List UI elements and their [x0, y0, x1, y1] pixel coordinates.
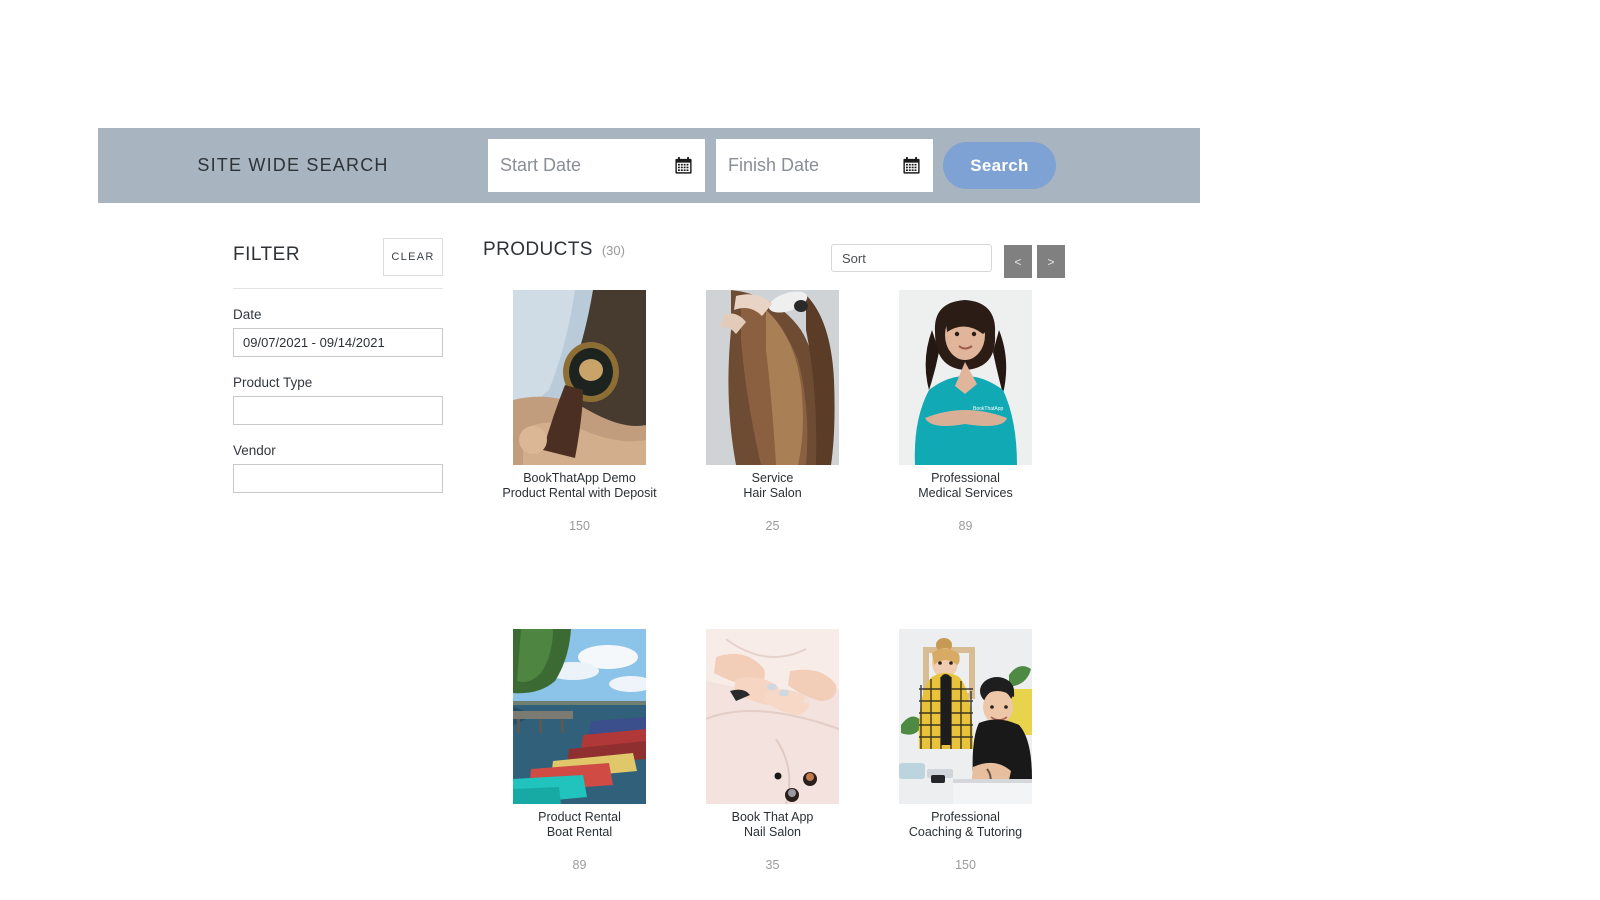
product-card[interactable]: BookThatApp Professional Medical Service… [869, 290, 1062, 533]
product-price: 89 [958, 519, 973, 533]
hair-styling-photo[interactable] [706, 290, 839, 465]
product-type-filter-input[interactable] [233, 396, 443, 425]
clear-filters-button[interactable]: CLEAR [383, 238, 443, 276]
product-price: 25 [765, 519, 780, 533]
wristwatch-photo[interactable] [513, 290, 646, 465]
svg-text:BookThatApp: BookThatApp [973, 406, 1004, 412]
product-card[interactable]: BookThatApp Demo Product Rental with Dep… [483, 290, 676, 533]
product-name: Coaching & Tutoring [908, 825, 1023, 839]
product-card[interactable]: Product Rental Boat Rental 89 [483, 629, 676, 872]
product-card[interactable]: Professional Coaching & Tutoring 150 [869, 629, 1062, 872]
date-filter-input[interactable] [233, 328, 443, 357]
product-grid: BookThatApp Demo Product Rental with Dep… [483, 290, 1063, 872]
manicure-photo[interactable] [706, 629, 839, 804]
product-price: 150 [955, 858, 976, 872]
product-name: Product Rental with Deposit [502, 486, 657, 500]
calendar-icon[interactable] [674, 156, 693, 175]
sort-select[interactable]: Sort [831, 244, 992, 272]
finish-date-field[interactable]: Finish Date [716, 139, 933, 192]
calendar-icon[interactable] [902, 156, 921, 175]
product-card[interactable]: Service Hair Salon 25 [676, 290, 869, 533]
product-vendor: Service [751, 471, 794, 485]
product-vendor: Product Rental [538, 810, 621, 824]
product-name: Hair Salon [743, 486, 802, 500]
product-name: Nail Salon [744, 825, 801, 839]
product-row: Product Rental Boat Rental 89 Book That … [483, 629, 1063, 872]
products-header: PRODUCTS (30) [483, 239, 625, 261]
product-row: BookThatApp Demo Product Rental with Dep… [483, 290, 1063, 533]
product-name: Boat Rental [546, 825, 613, 839]
site-wide-search-bar: SITE WIDE SEARCH Start Date Finish Date … [98, 128, 1200, 203]
site-wide-search-label: SITE WIDE SEARCH [197, 155, 389, 175]
product-vendor: Book That App [731, 810, 814, 824]
product-type-filter-label: Product Type [233, 375, 313, 390]
product-vendor: Professional [931, 471, 1000, 485]
products-title: PRODUCTS [483, 239, 593, 260]
start-date-placeholder: Start Date [500, 155, 582, 175]
product-price: 89 [572, 858, 587, 872]
search-button[interactable]: Search [943, 142, 1056, 189]
product-card[interactable]: Book That App Nail Salon 35 [676, 629, 869, 872]
products-count: (30) [601, 243, 625, 258]
product-vendor: Professional [931, 810, 1000, 824]
vendor-filter-label: Vendor [233, 443, 276, 458]
product-price: 150 [569, 519, 590, 533]
product-name: Medical Services [918, 486, 1013, 500]
product-vendor: BookThatApp Demo [523, 471, 636, 485]
filter-title: FILTER [233, 244, 301, 265]
filter-header: FILTER CLEAR [233, 238, 443, 289]
product-price: 35 [765, 858, 780, 872]
pedal-boats-lake-photo[interactable] [513, 629, 646, 804]
pagination-next-button[interactable]: > [1037, 245, 1065, 278]
filter-panel: FILTER CLEAR Date Product Type Vendor [233, 238, 443, 493]
nurse-portrait-photo[interactable]: BookThatApp [899, 290, 1032, 465]
pagination-prev-button[interactable]: < [1004, 245, 1032, 278]
date-filter-label: Date [233, 307, 262, 322]
finish-date-placeholder: Finish Date [728, 155, 820, 175]
vendor-filter-input[interactable] [233, 464, 443, 493]
coaching-session-photo[interactable] [899, 629, 1032, 804]
start-date-field[interactable]: Start Date [488, 139, 705, 192]
